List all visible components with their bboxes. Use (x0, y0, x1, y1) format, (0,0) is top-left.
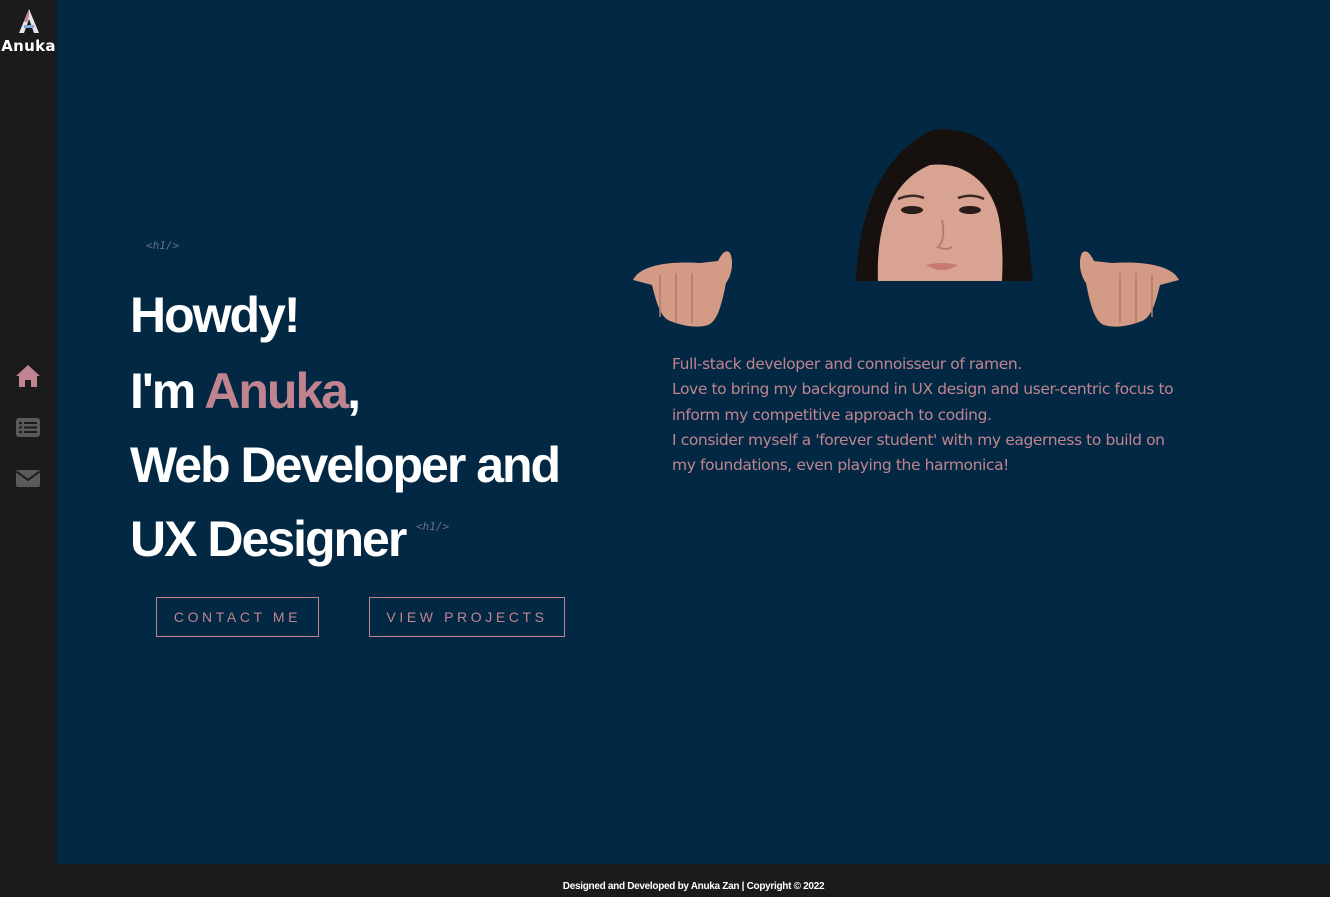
contact-me-button[interactable]: CONTACT ME (156, 597, 319, 637)
sidebar-nav (0, 360, 57, 513)
heading-intro-prefix: I'm (130, 363, 205, 419)
footer: Designed and Developed by Anuka Zan | Co… (57, 864, 1330, 897)
hero-section: <h1/> Howdy! I'm Anuka, Web Developer an… (57, 0, 1330, 864)
sidebar-item-projects[interactable] (0, 411, 57, 462)
heading-howdy: Howdy! (130, 287, 301, 343)
bio-line-2: Love to bring my background in UX design… (672, 380, 1174, 424)
logo-name: Anuka (1, 37, 56, 55)
open-h1-tag: <h1/> (146, 239, 180, 252)
bio-line-1: Full-stack developer and connoisseur of … (672, 355, 1022, 373)
heading-role-2: UX Designer (130, 511, 407, 567)
heading-name: Anuka (204, 363, 349, 419)
sidebar-item-home[interactable] (0, 360, 57, 411)
view-projects-button[interactable]: VIEW PROJECTS (369, 597, 565, 637)
bio-line-3: I consider myself a 'forever student' wi… (672, 430, 1165, 475)
home-icon (16, 365, 40, 387)
close-h1-tag: <h1/> (416, 520, 450, 533)
bio-text: Full-stack developer and connoisseur of … (672, 352, 1192, 478)
logo-a-icon (18, 9, 39, 33)
logo[interactable]: Anuka (0, 8, 57, 55)
envelope-icon (15, 470, 41, 487)
sidebar: Anuka (0, 0, 57, 864)
heading-intro: I'm Anuka, (130, 363, 361, 419)
footer-copyright: Designed and Developed by Anuka Zan | Co… (562, 881, 825, 892)
heading-role-1: Web Developer and (130, 437, 561, 493)
heading-intro-suffix: , (347, 363, 361, 419)
sidebar-item-contact[interactable] (0, 462, 57, 513)
list-icon (16, 418, 40, 437)
portrait-image (633, 129, 1179, 327)
